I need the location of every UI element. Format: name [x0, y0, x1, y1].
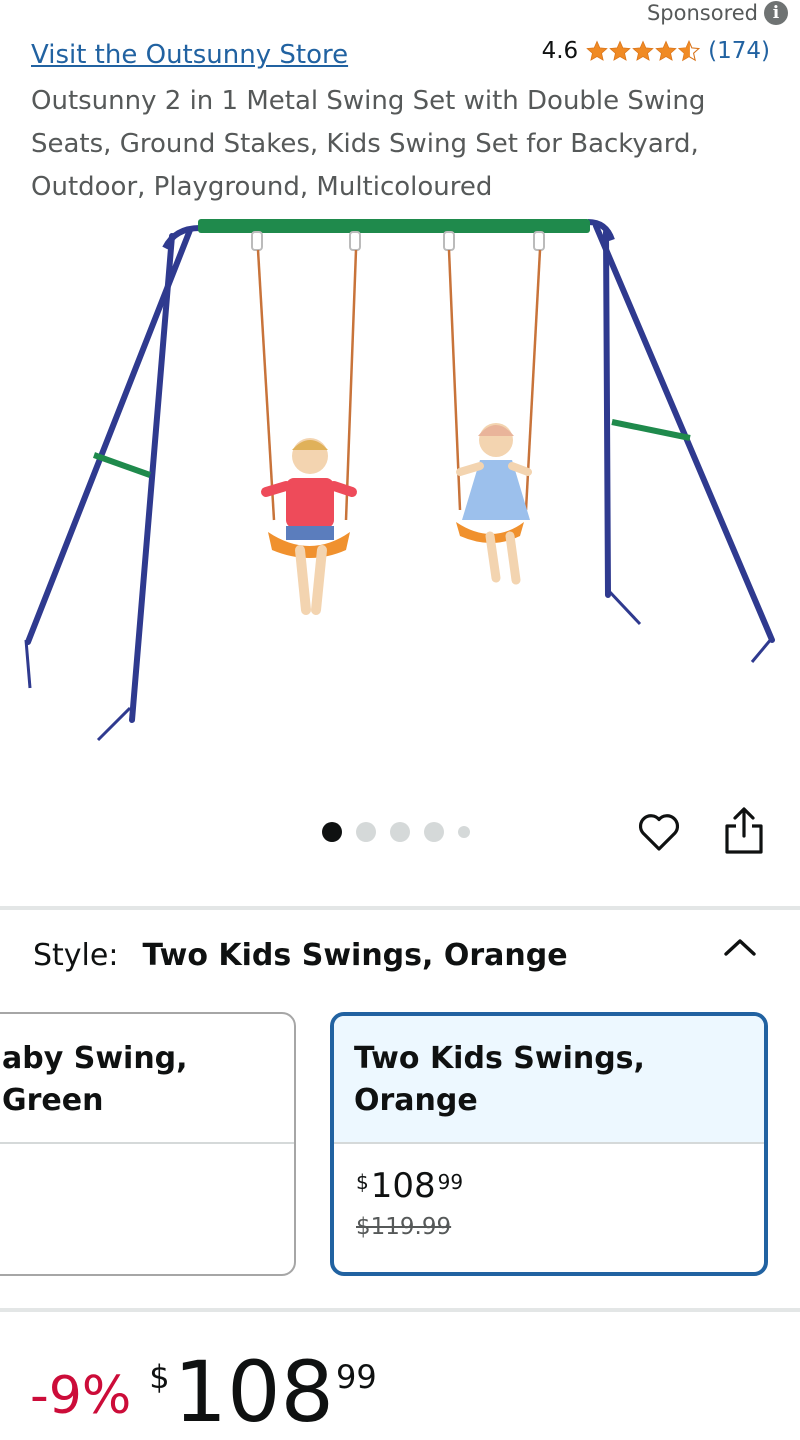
heart-icon: [638, 814, 680, 851]
section-divider: [0, 1308, 800, 1312]
star-icon: [632, 40, 654, 61]
style-label: Style:: [33, 938, 119, 973]
price-cents: 99: [335, 1358, 377, 1396]
swing-set-illustration: [24, 219, 775, 742]
option-price-whole: 108: [370, 1166, 436, 1206]
carousel-dot[interactable]: [390, 822, 410, 842]
share-icon: [725, 807, 763, 854]
option-price-symbol: $: [356, 1170, 369, 1194]
option-price: $ 108 99: [356, 1166, 742, 1206]
star-half-icon: [678, 40, 701, 62]
star-icon: [586, 40, 608, 61]
option-list-price: $119.99: [356, 1214, 452, 1240]
info-icon[interactable]: i: [764, 1, 788, 25]
chevron-up-icon[interactable]: [722, 932, 758, 962]
style-option-name: Two Kids Swings, Orange: [334, 1016, 764, 1144]
style-option-card[interactable]: aby Swing, Green: [0, 1012, 296, 1276]
product-image[interactable]: [0, 210, 800, 770]
wishlist-button[interactable]: [635, 808, 683, 856]
carousel-dot[interactable]: [356, 822, 376, 842]
store-link[interactable]: Visit the Outsunny Store: [31, 40, 348, 70]
product-title: Outsunny 2 in 1 Metal Swing Set with Dou…: [31, 86, 706, 202]
star-rating: [586, 40, 701, 62]
star-icon: [609, 40, 631, 61]
price-symbol: $: [149, 1358, 170, 1396]
carousel-dot-active[interactable]: [322, 822, 342, 842]
sponsored-text: Sponsored: [646, 1, 758, 25]
style-selector-header: Style: Two Kids Swings, Orange: [33, 938, 568, 973]
carousel-dot[interactable]: [424, 822, 444, 842]
share-button[interactable]: [722, 806, 766, 856]
style-option-price: $ 108 99 $119.99: [334, 1144, 764, 1240]
style-selected-value: Two Kids Swings, Orange: [142, 938, 568, 973]
style-option-name: aby Swing, Green: [0, 1014, 294, 1144]
price-whole: 108: [173, 1343, 334, 1440]
review-count[interactable]: (174): [708, 38, 770, 64]
image-carousel-dots[interactable]: [322, 822, 470, 842]
section-divider: [0, 906, 800, 910]
carousel-dot[interactable]: [458, 826, 470, 838]
style-option-card-selected[interactable]: Two Kids Swings, Orange $ 108 99 $119.99: [330, 1012, 768, 1276]
star-icon: [655, 40, 677, 61]
discount-percent: -9%: [30, 1366, 132, 1426]
main-price: -9% $ 108 99: [30, 1350, 377, 1434]
rating-summary[interactable]: 4.6 (174): [542, 38, 770, 64]
rating-score: 4.6: [541, 38, 579, 64]
sponsored-label[interactable]: Sponsored i: [647, 0, 788, 26]
option-price-cents: 99: [437, 1170, 464, 1194]
